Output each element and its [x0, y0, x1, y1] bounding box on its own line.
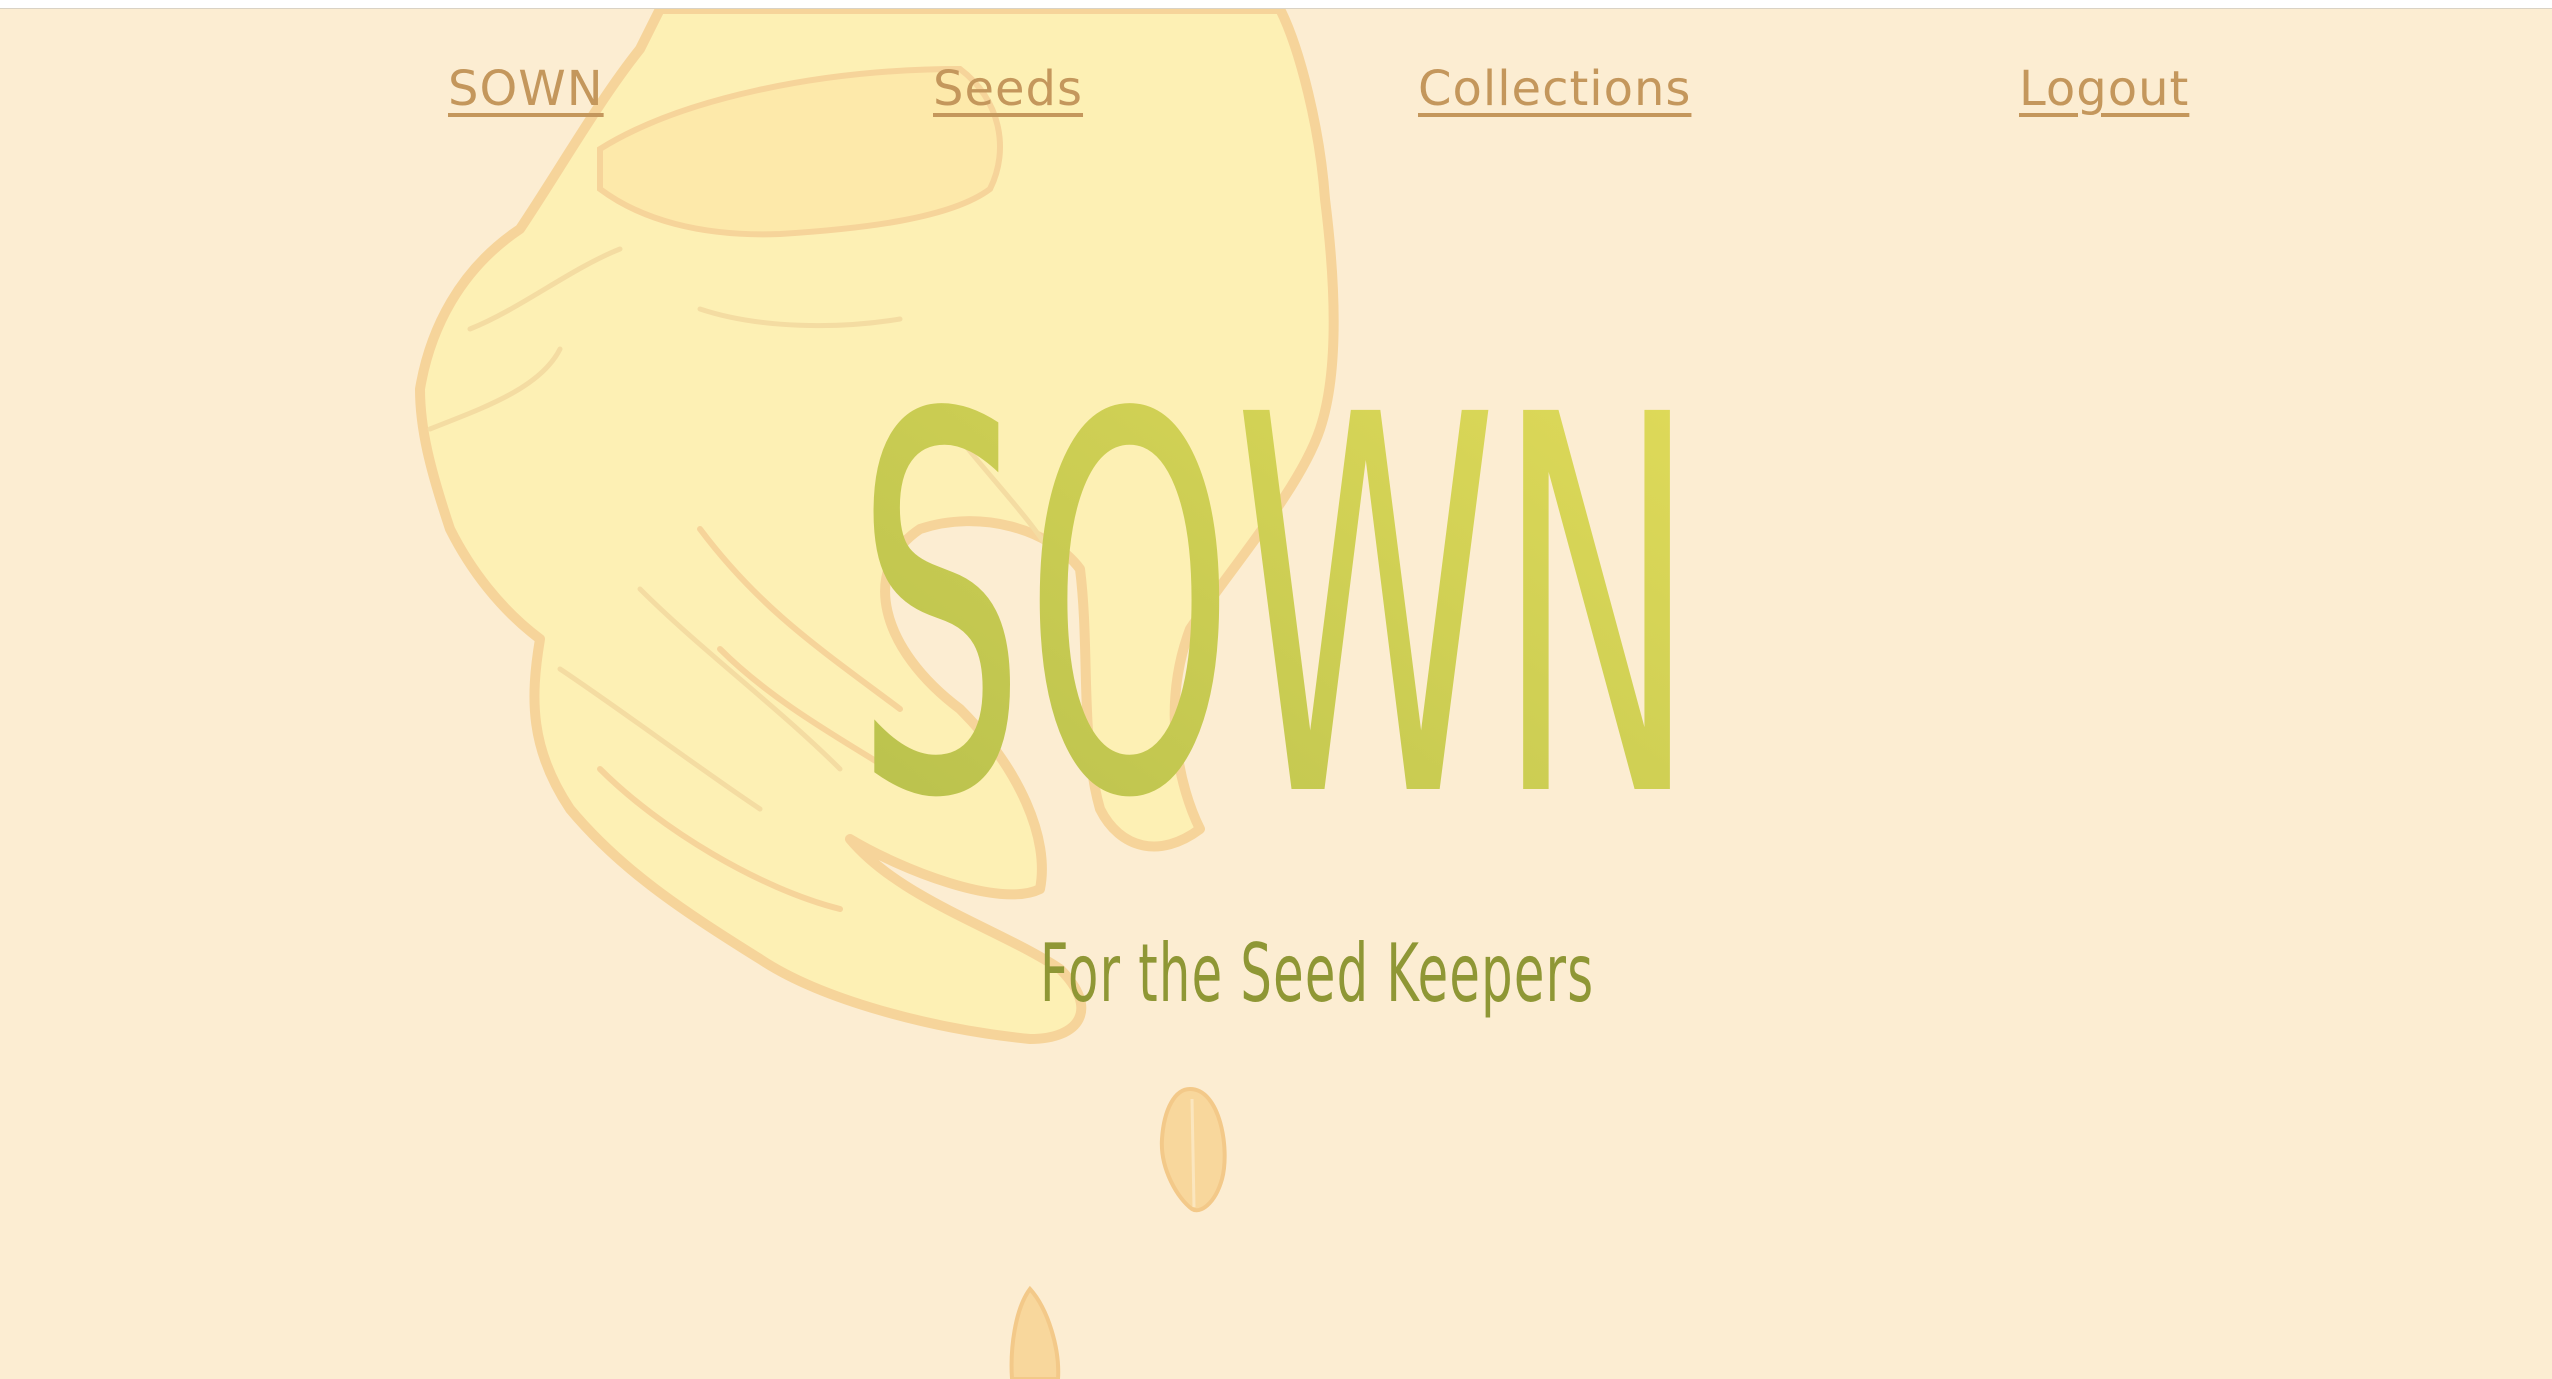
falling-seed-lower — [1009, 1285, 1061, 1379]
nav-link-seeds[interactable]: Seeds — [933, 61, 1083, 117]
nav-link-logout[interactable]: Logout — [2019, 61, 2189, 117]
nav-link-collections[interactable]: Collections — [1418, 61, 1691, 117]
top-navigation: SOWN Seeds Collections Logout — [0, 61, 2552, 141]
hero-title: SOWN — [856, 309, 1696, 829]
nav-link-sown[interactable]: SOWN — [448, 61, 604, 117]
hero-title-svg: SOWN — [856, 309, 1696, 829]
landing-page: SOWN Seeds Collections Logout SOWN For t… — [0, 8, 2552, 1379]
hero-subtitle: For the Seed Keepers — [1040, 927, 1595, 1020]
falling-seed-upper — [1159, 1086, 1227, 1213]
